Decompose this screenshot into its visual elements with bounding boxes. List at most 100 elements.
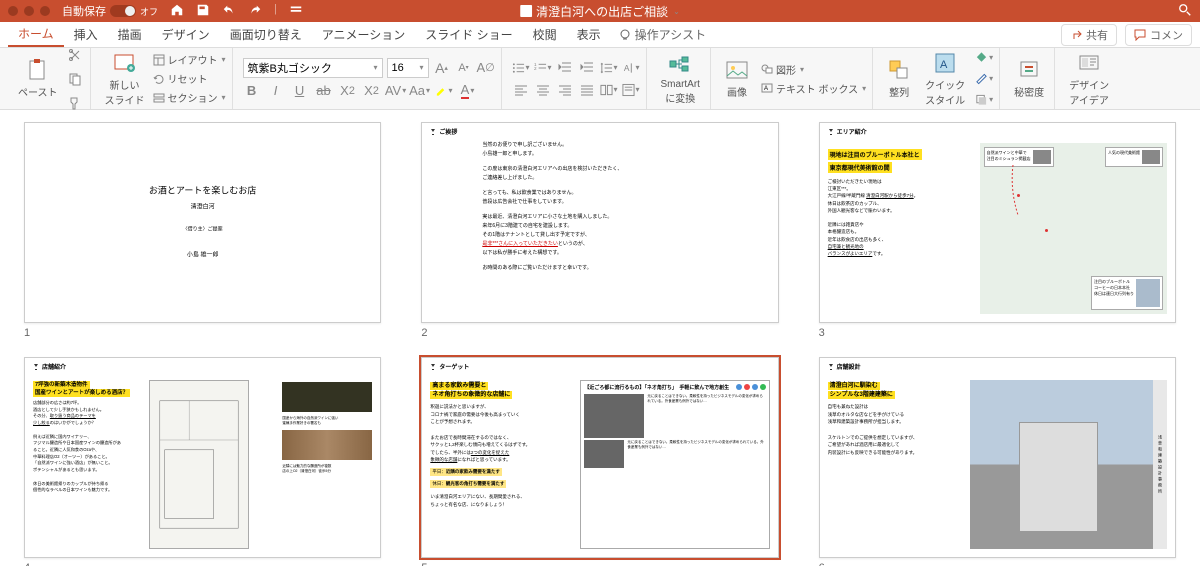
char-spacing-icon[interactable]: AV▾: [387, 82, 405, 100]
tab-transitions[interactable]: 画面切り替え: [220, 22, 312, 47]
copy-icon[interactable]: [66, 70, 84, 88]
align-center-icon[interactable]: [534, 81, 552, 99]
paste-button[interactable]: ペースト: [14, 56, 62, 101]
textbox-button[interactable]: Aテキスト ボックス▾: [761, 80, 866, 97]
slide-thumbnail-4[interactable]: 店舗紹介 7坪強の新築木造物件 国産ワインとアートが楽しめる酒店？ 店舗部分の広…: [24, 357, 381, 566]
shape-outline-icon[interactable]: ▾: [975, 70, 993, 88]
slide-sorter[interactable]: お酒とアートを楽しむお店 清澄白河 〈借り主〉ご提案 小島 雄一郎 1 ご挨拶 …: [0, 110, 1200, 566]
picture-button[interactable]: 画像: [721, 56, 753, 101]
superscript-icon[interactable]: X2: [363, 82, 381, 100]
justify-icon[interactable]: [578, 81, 596, 99]
svg-text:A: A: [623, 62, 629, 72]
bullets-icon[interactable]: ▾: [512, 59, 530, 77]
comments-button[interactable]: コメン: [1125, 24, 1192, 46]
quickstyle-button[interactable]: A クイック スタイル: [921, 49, 969, 109]
indent-dec-icon[interactable]: [556, 59, 574, 77]
font-size-select[interactable]: 16▾: [387, 58, 429, 78]
slide1-proposal: 〈借り主〉ご提案: [149, 225, 256, 236]
slide-thumbnail-5[interactable]: ターゲット 高まる家飲み需要と ネオ角打ちの象徴的な店舗に 釈迦に説法かと思いま…: [421, 357, 778, 566]
slides-group: 新しい スライド レイアウト▾ リセット セクション▾: [95, 48, 233, 109]
sensitivity-button[interactable]: 秘密度: [1010, 56, 1048, 101]
layout-button[interactable]: レイアウト▾: [153, 51, 226, 68]
search-icon: [1178, 3, 1192, 17]
slide-thumbnail-1[interactable]: お酒とアートを楽しむお店 清澄白河 〈借り主〉ご提案 小島 雄一郎 1: [24, 122, 381, 339]
undo-icon[interactable]: [222, 3, 236, 20]
subscript-icon[interactable]: X2: [339, 82, 357, 100]
tab-insert[interactable]: 挿入: [64, 22, 108, 47]
smartart-button[interactable]: SmartArt に変換: [657, 51, 704, 107]
tab-home[interactable]: ホーム: [8, 22, 64, 47]
grow-font-icon[interactable]: A▴: [433, 59, 451, 77]
tab-review[interactable]: 校閲: [523, 22, 567, 47]
save-icon[interactable]: [196, 3, 210, 20]
indent-inc-icon[interactable]: [578, 59, 596, 77]
shape-effects-icon[interactable]: ▾: [975, 91, 993, 109]
tab-draw[interactable]: 描画: [108, 22, 152, 47]
autosave-toggle[interactable]: 自動保存 オフ: [62, 3, 158, 19]
search-button[interactable]: [1178, 3, 1192, 20]
shrink-font-icon[interactable]: A▾: [455, 59, 473, 77]
columns-icon[interactable]: ▾: [600, 81, 618, 99]
numbering-icon[interactable]: 12▾: [534, 59, 552, 77]
slide-thumbnail-6[interactable]: 店舗設計 清澄白河に馴染む シンプルな3階建建築に 自宅も兼ねた設計は 浅草のオ…: [819, 357, 1176, 566]
line-spacing-icon[interactable]: ▾: [600, 59, 618, 77]
textbox-icon: A: [761, 82, 773, 94]
slide-thumbnail-3[interactable]: エリア紹介 現地は注目のブルーボトル本社と 東京都現代美術館の間 ご検討いただき…: [819, 122, 1176, 339]
ribbon-tabs: ホーム 挿入 描画 デザイン 画面切り替え アニメーション スライド ショー 校…: [0, 22, 1200, 48]
smartart-icon: [668, 53, 692, 77]
redo-icon[interactable]: [248, 3, 262, 20]
smartart-label: SmartArt に変換: [661, 79, 700, 105]
italic-icon[interactable]: I: [267, 82, 285, 100]
shape-fill-icon[interactable]: ▾: [975, 49, 993, 67]
designideas-button[interactable]: デザイン アイデア: [1065, 49, 1113, 109]
tell-me[interactable]: 操作アシスト: [619, 26, 707, 43]
home-icon[interactable]: [170, 3, 184, 20]
slide6-photo: 浅草和建築設計事務所: [970, 380, 1167, 549]
change-case-icon[interactable]: Aa▾: [411, 82, 429, 100]
window-controls[interactable]: [8, 6, 50, 16]
comments-label: コメン: [1150, 27, 1183, 43]
designideas-group: デザイン アイデア: [1059, 48, 1119, 109]
paragraph-group: ▾ 12▾ ▾ A▾ ▾ ▾: [506, 48, 647, 109]
svg-text:2: 2: [534, 65, 537, 70]
share-button[interactable]: 共有: [1061, 24, 1117, 46]
cut-icon[interactable]: [66, 46, 84, 64]
align-left-icon[interactable]: [512, 81, 530, 99]
chevron-down-icon: ⌄: [673, 7, 680, 16]
reset-button[interactable]: リセット: [153, 70, 226, 87]
tab-animations[interactable]: アニメーション: [312, 22, 416, 47]
text-direction-icon[interactable]: A▾: [622, 59, 640, 77]
clear-format-icon[interactable]: A∅: [477, 59, 495, 77]
sensitivity-group: 秘密度: [1004, 48, 1055, 109]
wine-icon: [430, 364, 436, 370]
align-right-icon[interactable]: [556, 81, 574, 99]
slide-thumbnail-2[interactable]: ご挨拶 当然のお便りで申し訳ございません。小島雄一郎と申します。 この度は東京の…: [421, 122, 778, 339]
slide-number: 3: [819, 327, 1176, 339]
bold-icon[interactable]: B: [243, 82, 261, 100]
slide3-map: 自然派ワインと中華で注目のミシュラン掲載店 人気の現代美術館 注目のブルーボトル…: [980, 143, 1167, 314]
reset-icon: [153, 73, 165, 85]
quickstyle-label: クイック スタイル: [925, 77, 965, 107]
format-painter-icon[interactable]: [66, 94, 84, 112]
arrange-label: 整列: [889, 84, 909, 99]
shapes-icon: [761, 63, 773, 75]
arrange-button[interactable]: 整列: [883, 56, 915, 101]
font-color-icon[interactable]: A▾: [459, 82, 477, 100]
quickstyle-icon: A: [933, 51, 957, 75]
strike-icon[interactable]: ab: [315, 82, 333, 100]
slide4-photos: 国産から海外の自然派ワインに強い蜜蝋手作業好きの署名も 近隣には魅力的な醸造所が…: [282, 382, 372, 474]
qat-more-icon[interactable]: [289, 3, 303, 20]
align-text-icon[interactable]: ▾: [622, 81, 640, 99]
shapes-button[interactable]: 図形▾: [761, 61, 866, 78]
wine-icon: [828, 129, 834, 135]
underline-icon[interactable]: U: [291, 82, 309, 100]
section-button[interactable]: セクション▾: [153, 89, 226, 106]
highlight-icon[interactable]: ▾: [435, 82, 453, 100]
new-slide-button[interactable]: 新しい スライド: [101, 49, 149, 109]
tab-slideshow[interactable]: スライド ショー: [415, 22, 522, 47]
tab-design[interactable]: デザイン: [152, 22, 220, 47]
font-family-select[interactable]: 筑紫B丸ゴシック▾: [243, 58, 383, 78]
tab-view[interactable]: 表示: [567, 22, 611, 47]
document-title[interactable]: 清澄白河への出店ご相談 ⌄: [520, 3, 680, 20]
autosave-switch[interactable]: [110, 5, 136, 17]
